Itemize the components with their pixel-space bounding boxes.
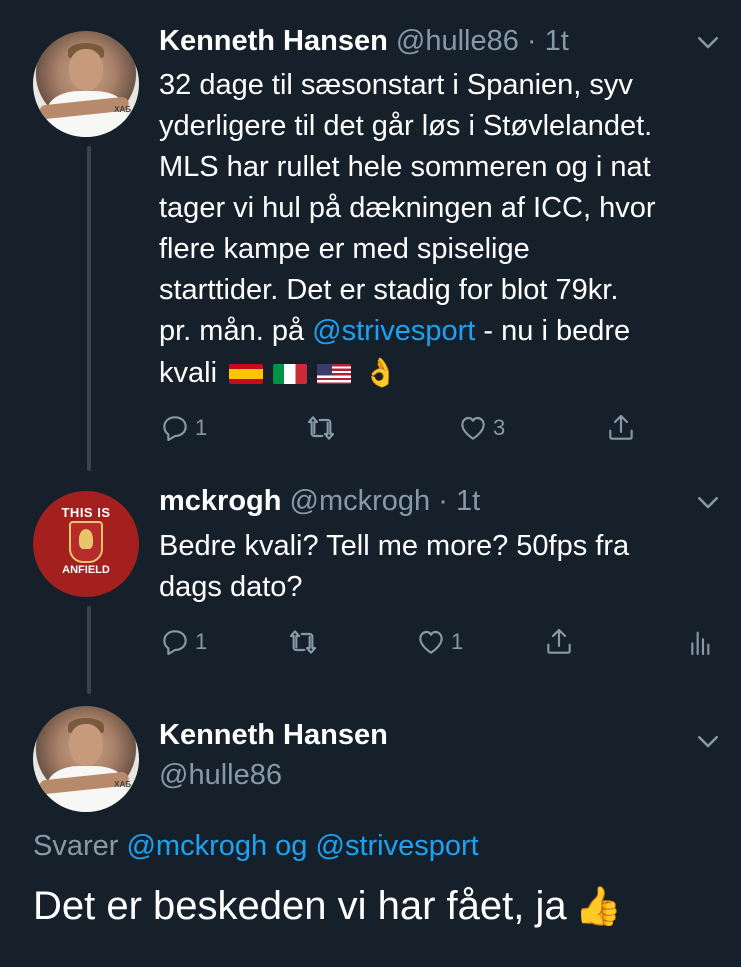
avatar[interactable]: ХАБ <box>33 706 139 812</box>
ok-hand-emoji: 👌 <box>363 356 398 389</box>
reply-icon <box>163 630 187 656</box>
spain-flag-icon <box>229 364 264 384</box>
tweet-line: kvali 👌 <box>159 352 656 394</box>
chevron-down-icon[interactable] <box>693 726 723 756</box>
reply-prefix: Svarer <box>33 830 127 862</box>
text-segment: pr. mån. på <box>159 315 313 347</box>
tweet-line: Bedre kvali? Tell me more? 50fps fra <box>159 530 630 562</box>
share-button[interactable] <box>605 408 637 448</box>
reply-context: Svarer @mckrogh og @strivesport <box>33 830 479 863</box>
reply-conjunction: og <box>267 830 316 862</box>
analytics-icon <box>691 631 710 656</box>
separator-dot: · <box>438 485 448 517</box>
mention-link[interactable]: @strivesport <box>316 830 479 862</box>
tweet-line: starttider. Det er stadig for blot 79kr. <box>159 274 619 306</box>
reply-button[interactable]: 1 <box>159 622 207 662</box>
tweet-actions: 1 1 <box>159 622 719 662</box>
chevron-down-icon[interactable] <box>693 27 723 57</box>
user-handle[interactable]: @hulle86 <box>159 759 282 791</box>
avatar-text-top: THIS IS <box>61 505 111 520</box>
handle-row: @hulle86 <box>159 759 282 792</box>
tweet-line: flere kampe er med spiselige <box>159 233 530 265</box>
retweet-icon <box>289 630 317 654</box>
share-icon <box>547 628 571 654</box>
tweet-header: Kenneth Hansen @hulle86 · 1t <box>159 25 569 58</box>
tweet-body: Det er beskeden vi har fået, ja <box>33 884 567 928</box>
timestamp[interactable]: 1t <box>545 25 569 57</box>
tweet-line: 32 dage til sæsonstart i Spanien, syv <box>159 69 633 101</box>
like-button[interactable]: 1 <box>415 622 463 662</box>
tweet-line: MLS har rullet hele sommeren og i nat <box>159 151 651 183</box>
thread-connector <box>87 146 91 471</box>
user-handle[interactable]: @mckrogh <box>290 485 431 517</box>
text-segment: - nu i bedre <box>475 315 631 347</box>
like-count: 3 <box>493 415 506 440</box>
like-button[interactable]: 3 <box>457 408 505 448</box>
tweet-text: Det er beskeden vi har fået, ja 👍 <box>33 884 622 929</box>
tweet-actions: 1 3 <box>159 408 659 448</box>
liverbird-crest-icon <box>69 521 103 563</box>
tweet-line: pr. mån. på @strivesport - nu i bedre <box>159 311 656 352</box>
tweet-line: yderligere til det går løs i Støvlelande… <box>159 110 653 142</box>
tweet-text: Bedre kvali? Tell me more? 50fps fra dag… <box>159 526 629 608</box>
display-name[interactable]: mckrogh <box>159 485 281 517</box>
display-name-row: Kenneth Hansen <box>159 719 388 752</box>
like-count: 1 <box>451 629 464 654</box>
retweet-button[interactable] <box>305 408 341 448</box>
user-handle[interactable]: @hulle86 <box>396 25 519 57</box>
thread-connector <box>87 606 91 694</box>
tweet-header: mckrogh @mckrogh · 1t <box>159 485 480 518</box>
italy-flag-icon <box>273 364 308 384</box>
reply-count: 1 <box>195 629 208 654</box>
avatar-text-bottom: ANFIELD <box>62 564 110 576</box>
share-icon <box>609 414 633 440</box>
chevron-down-icon[interactable] <box>693 487 723 517</box>
mention-link[interactable]: @mckrogh <box>126 830 267 862</box>
display-name[interactable]: Kenneth Hansen <box>159 719 388 751</box>
tweet-text: 32 dage til sæsonstart i Spanien, syv yd… <box>159 65 656 394</box>
tweet-line: tager vi hul på dækningen af ICC, hvor <box>159 192 656 224</box>
display-name[interactable]: Kenneth Hansen <box>159 25 388 57</box>
reply-icon <box>163 416 187 442</box>
share-button[interactable] <box>543 622 575 662</box>
reply-button[interactable]: 1 <box>159 408 207 448</box>
avatar[interactable]: ХАБ <box>33 31 139 137</box>
mention-link[interactable]: @strivesport <box>312 315 475 347</box>
tweet-line: dags dato? <box>159 571 303 603</box>
reply-count: 1 <box>195 415 208 440</box>
retweet-button[interactable] <box>287 622 323 662</box>
avatar[interactable]: THIS IS ANFIELD <box>33 491 139 597</box>
thumbs-up-emoji: 👍 <box>574 884 622 928</box>
heart-icon <box>461 416 485 440</box>
heart-icon <box>419 630 443 654</box>
retweet-icon <box>307 416 335 440</box>
timestamp[interactable]: 1t <box>456 485 480 517</box>
separator-dot: · <box>526 25 537 57</box>
text-segment: kvali <box>159 357 218 389</box>
analytics-button[interactable] <box>683 622 715 662</box>
usa-flag-icon <box>317 364 352 384</box>
